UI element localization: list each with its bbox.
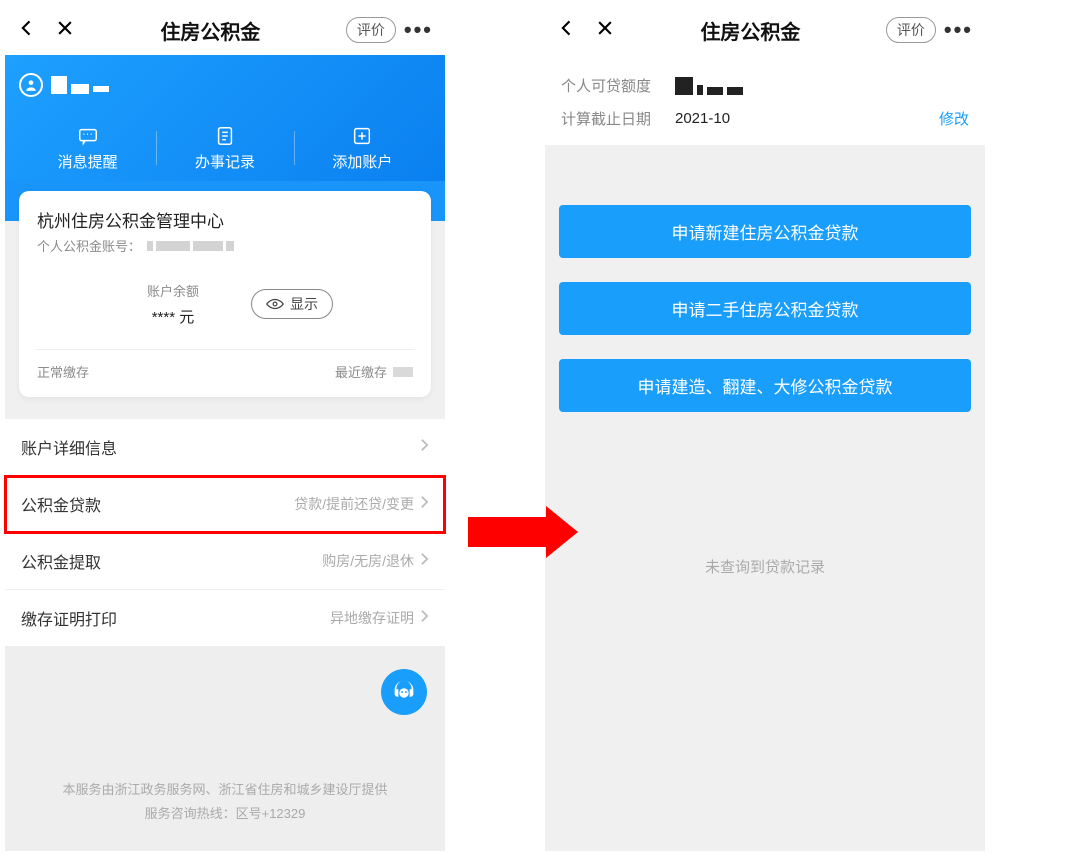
- eye-icon: [266, 297, 284, 311]
- menu-cert-print[interactable]: 缴存证明打印 异地缴存证明: [5, 590, 445, 647]
- menu-list: 账户详细信息 公积金贷款 贷款/提前还贷/变更 公积金提取 购房/无房/退休: [5, 419, 445, 647]
- balance-label: 账户余额: [147, 281, 199, 300]
- show-balance-button[interactable]: 显示: [251, 289, 333, 319]
- page-title: 住房公积金: [615, 16, 886, 45]
- quota-value-redacted: [675, 77, 743, 95]
- avatar-icon: [19, 73, 43, 97]
- account-no-label: 个人公积金账号：: [37, 236, 141, 255]
- menu-loan[interactable]: 公积金贷款 贷款/提前还贷/变更: [5, 476, 445, 533]
- menu-withdraw[interactable]: 公积金提取 购房/无房/退休: [5, 533, 445, 590]
- balance-value: **** 元: [147, 306, 199, 327]
- action-messages[interactable]: 消息提醒: [19, 115, 156, 181]
- recent-label: 最近缴存: [335, 362, 387, 381]
- menu-hint: 购房/无房/退休: [322, 551, 414, 571]
- apply-build-loan-button[interactable]: 申请建造、翻建、大修公积金贷款: [559, 359, 971, 412]
- footer-line2: 服务咨询热线：区号+12329: [62, 802, 387, 825]
- review-button[interactable]: 评价: [886, 17, 936, 43]
- empty-state: 未查询到贷款记录: [545, 456, 985, 577]
- right-screen: 住房公积金 评价 ••• 个人可贷额度 计算截止日期 2021-10 修改: [545, 5, 985, 851]
- menu-label: 公积金贷款: [21, 492, 101, 516]
- more-icon[interactable]: •••: [944, 17, 973, 43]
- deadline-label: 计算截止日期: [561, 108, 661, 129]
- deadline-value: 2021-10: [675, 110, 730, 127]
- apply-new-loan-button[interactable]: 申请新建住房公积金贷款: [559, 205, 971, 258]
- account-card: 杭州住房公积金管理中心 个人公积金账号： 账户余额 **** 元: [19, 191, 431, 397]
- action-label: 消息提醒: [58, 151, 118, 172]
- footer: 本服务由浙江政务服务网、浙江省住房和城乡建设厅提供 服务咨询热线：区号+1232…: [5, 647, 445, 851]
- user-name-redacted: [51, 76, 109, 94]
- show-label: 显示: [290, 294, 318, 314]
- menu-label: 公积金提取: [21, 549, 101, 573]
- modify-link[interactable]: 修改: [939, 108, 969, 129]
- review-button[interactable]: 评价: [346, 17, 396, 43]
- chevron-right-icon: [420, 495, 429, 514]
- menu-account-detail[interactable]: 账户详细信息: [5, 419, 445, 476]
- user-banner: 消息提醒 办事记录 添加账户: [5, 55, 445, 181]
- header: 住房公积金 评价 •••: [5, 5, 445, 55]
- arrow-annotation: [468, 506, 578, 558]
- chevron-right-icon: [420, 609, 429, 628]
- recent-value-redacted: [393, 367, 413, 377]
- menu-hint: 异地缴存证明: [330, 608, 414, 628]
- left-screen: 住房公积金 评价 ••• 消息提醒: [5, 5, 445, 851]
- account-no-redacted: [147, 241, 234, 251]
- page-title: 住房公积金: [75, 16, 346, 45]
- action-add-account[interactable]: 添加账户: [294, 115, 431, 181]
- chevron-right-icon: [420, 552, 429, 571]
- back-icon[interactable]: [17, 18, 37, 43]
- menu-label: 缴存证明打印: [21, 606, 117, 630]
- status: 正常缴存: [37, 362, 89, 381]
- header: 住房公积金 评价 •••: [545, 5, 985, 55]
- loan-summary: 个人可贷额度 计算截止日期 2021-10 修改: [545, 55, 985, 145]
- back-icon[interactable]: [557, 18, 577, 43]
- action-label: 添加账户: [332, 151, 392, 172]
- support-icon[interactable]: [381, 669, 427, 715]
- more-icon[interactable]: •••: [404, 17, 433, 43]
- quota-label: 个人可贷额度: [561, 75, 661, 96]
- action-label: 办事记录: [195, 151, 255, 172]
- close-icon[interactable]: [595, 18, 615, 43]
- chevron-right-icon: [420, 438, 429, 457]
- footer-line1: 本服务由浙江政务服务网、浙江省住房和城乡建设厅提供: [62, 778, 387, 801]
- apply-secondhand-loan-button[interactable]: 申请二手住房公积金贷款: [559, 282, 971, 335]
- action-records[interactable]: 办事记录: [156, 115, 293, 181]
- menu-hint: 贷款/提前还贷/变更: [294, 494, 414, 514]
- card-title: 杭州住房公积金管理中心: [37, 207, 413, 232]
- close-icon[interactable]: [55, 18, 75, 43]
- menu-label: 账户详细信息: [21, 435, 117, 459]
